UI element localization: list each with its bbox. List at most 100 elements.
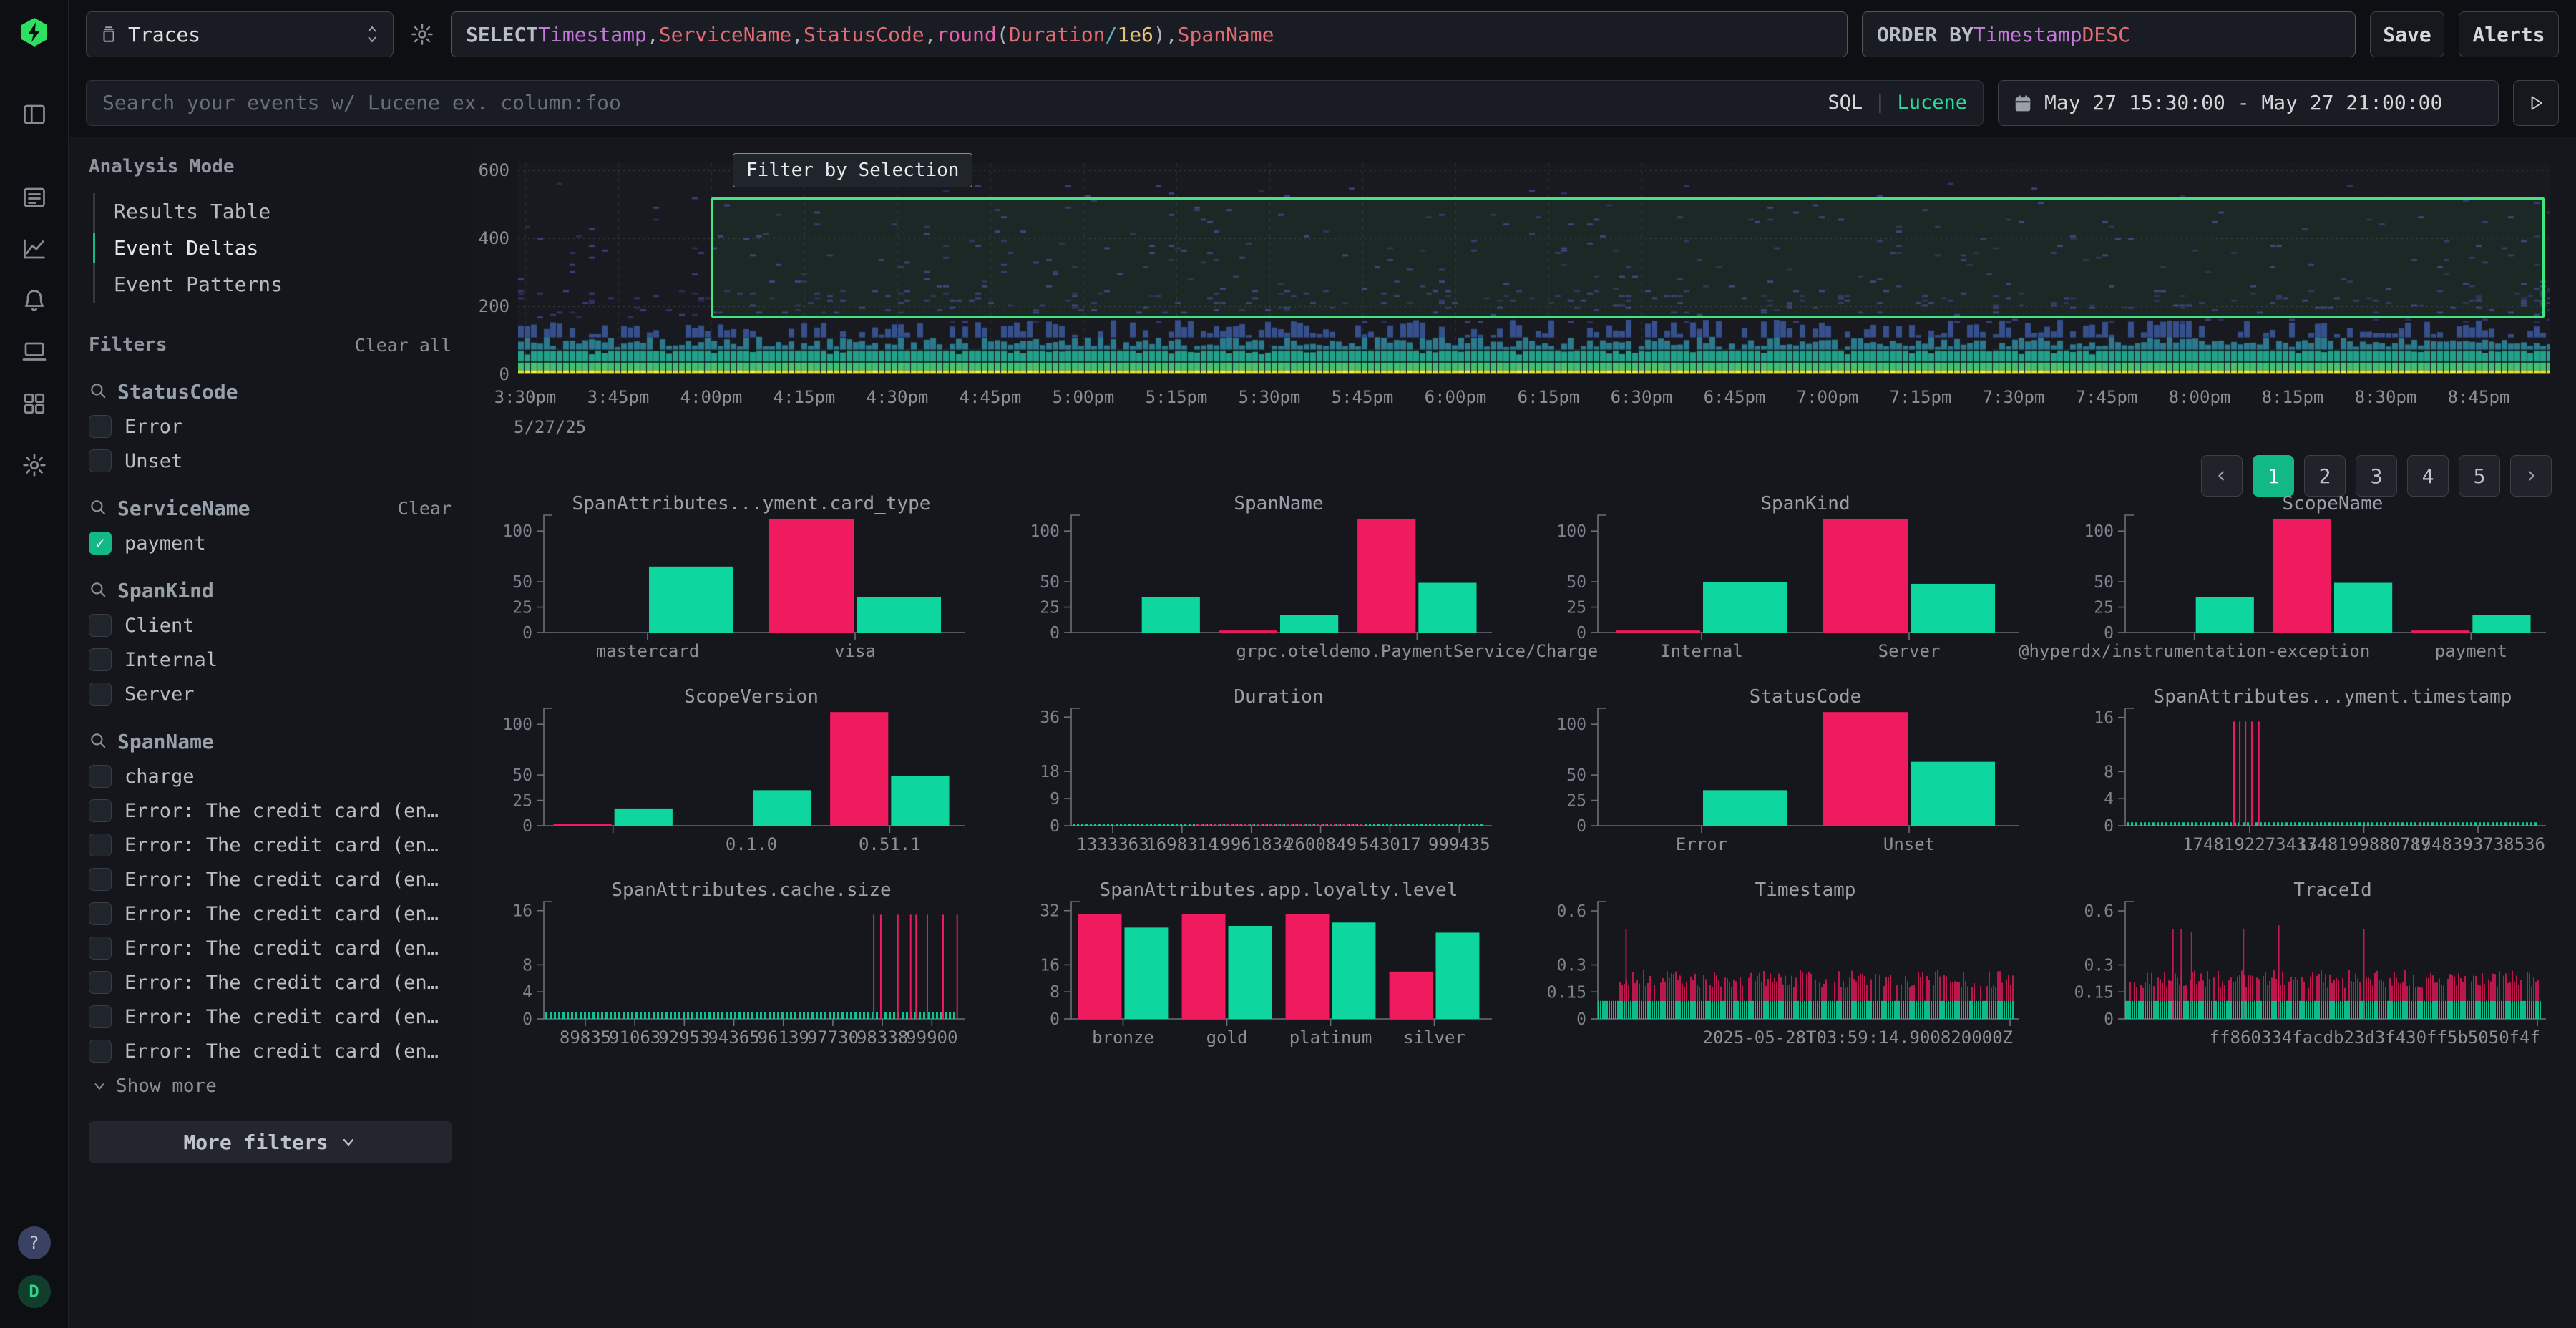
svg-text:91063: 91063 [609, 1027, 660, 1048]
filter-group: StatusCode Error Unset [89, 380, 452, 472]
svg-text:94365: 94365 [708, 1027, 759, 1048]
delta-chart: StatusCode02550100ErrorUnset [1555, 688, 2027, 860]
checkbox[interactable] [89, 683, 112, 706]
settings-gear-icon[interactable] [20, 451, 49, 479]
checkbox[interactable] [89, 765, 112, 788]
filter-option[interactable]: Error: The credit card (end… [89, 1040, 452, 1063]
filter-option[interactable]: Server [89, 683, 452, 706]
source-settings-gear-icon[interactable] [408, 20, 436, 49]
filter-group-name: StatusCode [117, 380, 452, 404]
top-bar: Traces SELECT Timestamp,ServiceName,Stat… [69, 0, 2576, 69]
checkbox[interactable] [89, 799, 112, 822]
filter-option[interactable]: Error: The credit card (end… [89, 834, 452, 856]
mode-lucene-toggle[interactable]: Lucene [1897, 92, 1967, 114]
page-button[interactable]: 1 [2253, 455, 2294, 497]
checkbox[interactable] [89, 902, 112, 925]
run-query-button[interactable] [2513, 80, 2559, 126]
svg-text:50: 50 [1567, 766, 1587, 785]
app-logo[interactable] [18, 16, 51, 49]
svg-text:0: 0 [1050, 1010, 1060, 1029]
search-icon[interactable] [89, 580, 107, 602]
search-input[interactable] [102, 91, 1816, 114]
filter-option[interactable]: Error: The credit card (end… [89, 902, 452, 925]
timeline-date-label: 5/27/25 [514, 417, 586, 437]
checkbox[interactable]: ✓ [89, 532, 112, 555]
checkbox[interactable] [89, 415, 112, 438]
page-next-button[interactable] [2510, 455, 2552, 497]
svg-text:mastercard: mastercard [596, 641, 700, 661]
filter-option[interactable]: Unset [89, 449, 452, 472]
filter-option[interactable]: Error: The credit card (end… [89, 868, 452, 891]
svg-text:16: 16 [1040, 956, 1060, 975]
help-button[interactable]: ? [18, 1226, 51, 1259]
filter-group-head: StatusCode [89, 380, 452, 404]
filter-clear-link[interactable]: Clear [398, 498, 452, 519]
sql-token: , [791, 23, 804, 47]
sidebar-toggle-icon[interactable] [20, 100, 49, 129]
filter-option-label: Error: The credit card (end… [125, 834, 439, 856]
analysis-mode-item[interactable]: Results Table [95, 193, 452, 230]
delta-chart: SpanAttributes.cache.size048168983591063… [501, 882, 973, 1053]
timeline-x-tick: 4:15pm [774, 387, 836, 407]
user-avatar[interactable]: D [18, 1275, 51, 1308]
checkbox[interactable] [89, 937, 112, 960]
checkbox[interactable] [89, 648, 112, 671]
search-icon[interactable] [89, 498, 107, 519]
svg-text:ff860334facdb23d3f430ff5b5050f: ff860334facdb23d3f430ff5b5050f4f [2210, 1027, 2540, 1048]
checkbox[interactable] [89, 868, 112, 891]
checkbox[interactable] [89, 449, 112, 472]
checkbox[interactable] [89, 971, 112, 994]
page-prev-button[interactable] [2201, 455, 2243, 497]
calendar-icon [2013, 93, 2033, 113]
sql-token: , [1166, 23, 1178, 47]
checkbox[interactable] [89, 614, 112, 637]
filter-option[interactable]: Client [89, 614, 452, 637]
analysis-mode-item[interactable]: Event Deltas [95, 230, 452, 266]
svg-text:543017: 543017 [1359, 834, 1421, 854]
date-range-picker[interactable]: May 27 15:30:00 - May 27 21:00:00 [1998, 80, 2499, 126]
filter-option[interactable]: ✓payment [89, 532, 452, 555]
show-more-link[interactable]: Show more [92, 1075, 452, 1097]
alerts-button[interactable]: Alerts [2459, 11, 2559, 57]
svg-text:0.6: 0.6 [2084, 902, 2114, 921]
analysis-mode-item[interactable]: Event Patterns [95, 266, 452, 303]
page-button[interactable]: 3 [2356, 455, 2397, 497]
mode-sql-toggle[interactable]: SQL [1828, 92, 1863, 114]
svg-text:0.15: 0.15 [2074, 983, 2114, 1002]
page-button[interactable]: 5 [2459, 455, 2500, 497]
date-range-value: May 27 15:30:00 - May 27 21:00:00 [2044, 91, 2442, 114]
checkbox[interactable] [89, 1040, 112, 1063]
filter-option[interactable]: charge [89, 765, 452, 788]
chart-icon[interactable] [20, 235, 49, 263]
search-icon[interactable] [89, 381, 107, 403]
filter-option[interactable]: Error: The credit card (end… [89, 1005, 452, 1028]
clear-all-filters-link[interactable]: Clear all [355, 335, 452, 356]
filter-option[interactable]: Internal [89, 648, 452, 671]
search-logs-icon[interactable] [20, 183, 49, 212]
search-icon[interactable] [89, 731, 107, 753]
timeline-x-tick: 3:45pm [587, 387, 650, 407]
svg-text:1698314: 1698314 [1146, 834, 1218, 854]
svg-text:0: 0 [2104, 1010, 2114, 1029]
timeline-selection-rect[interactable] [711, 197, 2545, 318]
save-button[interactable]: Save [2370, 11, 2444, 57]
services-grid-icon[interactable] [20, 389, 49, 418]
filter-option[interactable]: Error: The credit card (end… [89, 799, 452, 822]
page-button[interactable]: 4 [2407, 455, 2449, 497]
sessions-monitor-icon[interactable] [20, 338, 49, 366]
filter-by-selection-button[interactable]: Filter by Selection [733, 153, 972, 187]
filter-option[interactable]: Error [89, 415, 452, 438]
timeline-y-tick: 0 [472, 364, 509, 384]
filter-group: SpanNamechargeError: The credit card (en… [89, 730, 452, 1097]
filter-option[interactable]: Error: The credit card (end… [89, 937, 452, 960]
select-clause-editor[interactable]: SELECT Timestamp,ServiceName,StatusCode,… [451, 11, 1848, 57]
svg-text:Duration: Duration [1234, 686, 1323, 708]
checkbox[interactable] [89, 834, 112, 856]
page-button[interactable]: 2 [2304, 455, 2346, 497]
filter-option[interactable]: Error: The credit card (end… [89, 971, 452, 994]
checkbox[interactable] [89, 1005, 112, 1028]
source-select[interactable]: Traces [86, 11, 394, 57]
alerts-bell-icon[interactable] [20, 286, 49, 315]
orderby-clause-editor[interactable]: ORDER BY Timestamp DESC [1862, 11, 2356, 57]
more-filters-button[interactable]: More filters [89, 1121, 452, 1163]
